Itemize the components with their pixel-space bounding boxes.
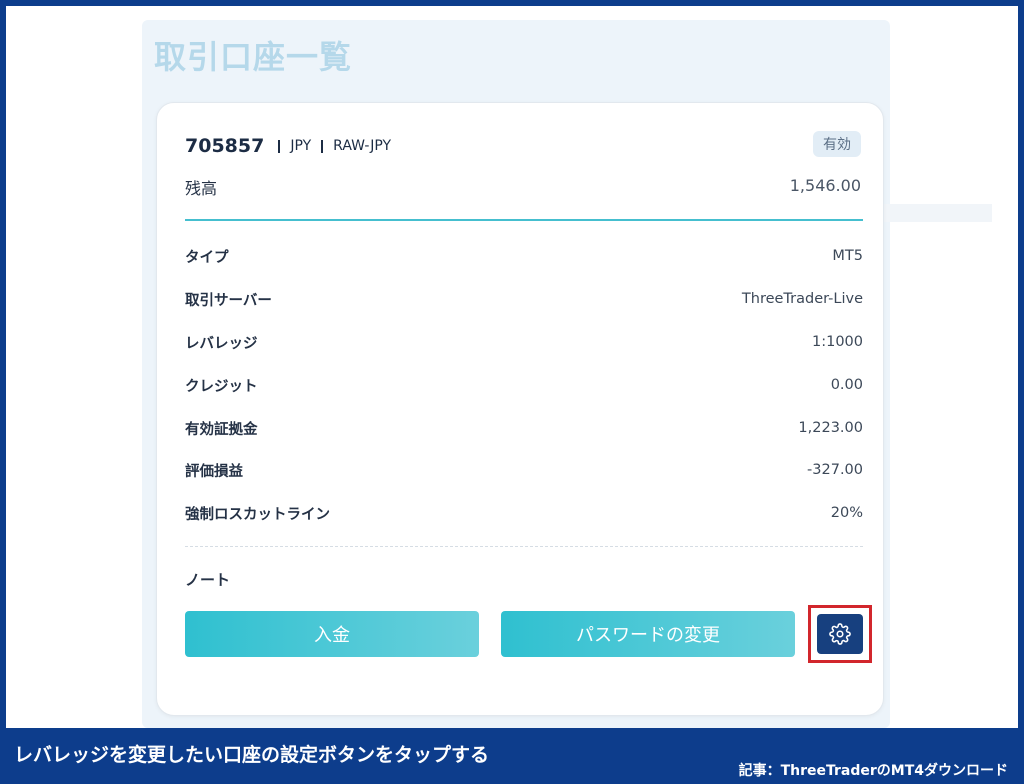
detail-row-server: 取引サーバー ThreeTrader-Live (185, 287, 863, 311)
section-divider (185, 219, 863, 221)
balance-value: 1,546.00 (789, 176, 861, 195)
background-stripe (882, 204, 992, 222)
detail-label: クレジット (185, 378, 258, 395)
account-header: 705857 JPY RAW-JPY (185, 135, 391, 157)
highlight-box (808, 605, 872, 663)
account-currency: JPY (290, 138, 312, 154)
gear-icon (829, 623, 851, 645)
separator (321, 139, 324, 153)
deposit-button[interactable]: 入金 (185, 611, 479, 657)
account-card: 705857 JPY RAW-JPY 有効 残高 1,546.00 タイプ MT… (156, 102, 884, 716)
screenshot-frame: 取引口座一覧 705857 JPY RAW-JPY 有効 残高 1,546.00… (6, 6, 1018, 728)
caption-bar: レバレッジを変更したい口座の設定ボタンをタップする 記事：ThreeTrader… (0, 728, 1024, 784)
detail-value: -327.00 (807, 462, 863, 478)
account-number: 705857 (185, 135, 265, 157)
detail-label: 評価損益 (185, 463, 243, 480)
account-type: RAW-JPY (333, 138, 392, 154)
detail-row-pnl: 評価損益 -327.00 (185, 458, 863, 482)
detail-label: レバレッジ (185, 335, 258, 352)
detail-value: 0.00 (830, 377, 863, 393)
caption-main: レバレッジを変更したい口座の設定ボタンをタップする (14, 744, 490, 766)
detail-value: 1:1000 (811, 334, 863, 350)
change-password-button[interactable]: パスワードの変更 (501, 611, 795, 657)
balance-label: 残高 (185, 179, 218, 198)
detail-row-stopout: 強制ロスカットライン 20% (185, 501, 863, 525)
status-badge: 有効 (813, 131, 861, 157)
caption-source: 記事：ThreeTraderのMT4ダウンロード (738, 763, 1008, 779)
separator (278, 139, 281, 153)
detail-label: 有効証拠金 (185, 421, 258, 438)
detail-label: タイプ (185, 249, 229, 266)
settings-button[interactable] (817, 614, 863, 654)
detail-row-leverage: レバレッジ 1:1000 (185, 330, 863, 354)
detail-value: 20% (830, 505, 863, 521)
page-title: 取引口座一覧 (154, 38, 353, 76)
note-label: ノート (185, 571, 231, 589)
detail-row-credit: クレジット 0.00 (185, 373, 863, 397)
detail-label: 強制ロスカットライン (185, 506, 330, 523)
dashed-divider (185, 546, 863, 547)
detail-value: ThreeTrader-Live (741, 291, 863, 307)
detail-row-type: タイプ MT5 (185, 244, 863, 268)
detail-value: 1,223.00 (798, 420, 863, 436)
detail-value: MT5 (832, 248, 863, 264)
detail-label: 取引サーバー (185, 292, 272, 309)
detail-row-equity: 有効証拠金 1,223.00 (185, 416, 863, 440)
